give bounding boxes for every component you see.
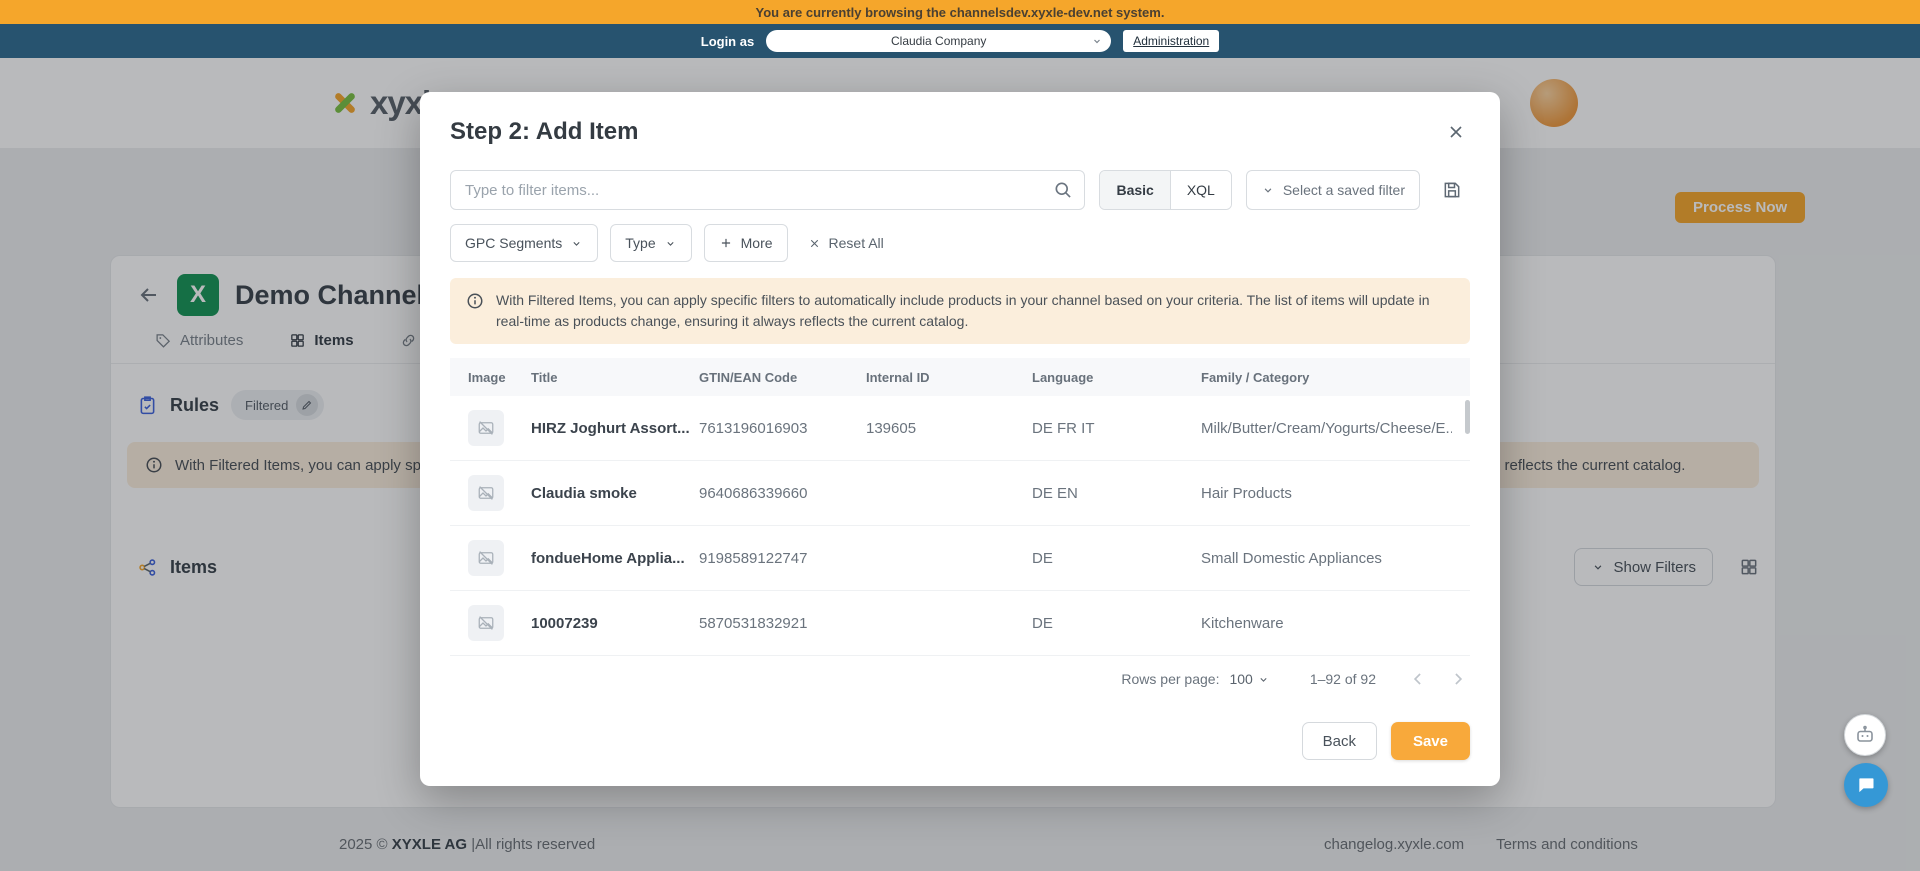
robot-icon [1853,723,1877,747]
table-row[interactable]: 10007239 5870531832921 DE Kitchenware [450,591,1470,656]
back-button[interactable]: Back [1301,722,1377,760]
caret-down-icon [1257,673,1270,686]
no-image-icon [468,410,504,446]
item-language: DE [1032,549,1053,567]
gpc-segments-filter[interactable]: GPC Segments [450,224,599,262]
no-image-icon [468,540,504,576]
caret-down-icon [1261,183,1275,197]
chevron-left-icon[interactable] [1406,667,1430,691]
search-icon [1053,180,1073,200]
table-scrollbar[interactable] [1465,400,1470,434]
table-row[interactable]: fondueHome Applia... 9198589122747 DE Sm… [450,526,1470,591]
no-image-icon [468,605,504,641]
assistant-bot-button[interactable] [1844,714,1886,756]
item-gtin: 5870531832921 [699,614,808,632]
login-as-label: Login as [700,33,755,49]
item-gtin: 9198589122747 [699,549,808,567]
item-language: DE FR IT [1032,419,1095,437]
chat-icon [1856,775,1876,795]
pagination-range: 1–92 of 92 [1309,671,1376,687]
saved-filter-label: Select a saved filter [1282,182,1405,198]
table-row[interactable]: HIRZ Joghurt Assort... 7613196016903 139… [450,396,1470,461]
saved-filter-select[interactable]: Select a saved filter [1245,170,1420,210]
environment-banner-text: You are currently browsing the channelsd… [755,4,1165,20]
save-filter-icon-button[interactable] [1434,170,1470,210]
type-filter[interactable]: Type [610,224,692,262]
info-icon [466,292,484,332]
company-select-value: Claudia Company [891,34,987,48]
items-table-header: Image Title GTIN/EAN Code Internal ID La… [450,358,1470,396]
add-item-modal: Step 2: Add Item Basic XQL Select a save… [420,92,1500,786]
plus-icon [719,236,733,250]
item-language: DE [1032,614,1053,632]
reset-all-button[interactable]: Reset All [800,224,892,262]
item-title: Claudia smoke [531,484,637,502]
rows-per-page-label: Rows per page: [1121,671,1220,687]
item-title: HIRZ Joghurt Assort... [531,419,690,437]
mode-xql-button[interactable]: XQL [1170,171,1231,209]
reset-icon [808,237,821,250]
query-mode-toggle: Basic XQL [1099,170,1232,210]
chat-button[interactable] [1844,763,1888,807]
environment-banner: You are currently browsing the channelsd… [0,0,1920,24]
item-family: Kitchenware [1201,614,1284,632]
caret-down-icon [570,237,583,250]
item-filter-input[interactable] [450,170,1086,210]
more-filters-button[interactable]: More [703,224,788,262]
company-select[interactable]: Claudia Company [766,30,1112,52]
save-button[interactable]: Save [1390,722,1470,760]
table-pagination: Rows per page: 100 1–92 of 92 [450,656,1470,702]
item-family: Small Domestic Appliances [1201,549,1382,567]
rows-per-page-select[interactable]: 100 [1229,671,1269,687]
item-internal-id: 139605 [866,419,917,437]
item-family: Hair Products [1201,484,1292,502]
close-icon[interactable] [1442,118,1470,146]
table-row[interactable]: Claudia smoke 9640686339660 DE EN Hair P… [450,461,1470,526]
filtered-items-alert: With Filtered Items, you can apply speci… [450,278,1470,344]
item-title: 10007239 [531,614,598,632]
item-gtin: 9640686339660 [699,484,808,502]
item-title: fondueHome Applia... [531,549,685,567]
chevron-right-icon[interactable] [1446,667,1470,691]
items-table: Image Title GTIN/EAN Code Internal ID La… [450,358,1470,656]
item-gtin: 7613196016903 [699,419,808,437]
mode-basic-button[interactable]: Basic [1100,171,1171,209]
filtered-items-alert-text: With Filtered Items, you can apply speci… [496,292,1430,329]
item-language: DE EN [1032,484,1078,502]
no-image-icon [468,475,504,511]
administration-link[interactable]: Administration [1123,30,1220,52]
item-family: Milk/Butter/Cream/Yogurts/Cheese/E... [1201,419,1452,437]
caret-down-icon [664,237,677,250]
admin-bar: Login as Claudia Company Administration [0,24,1920,58]
modal-title: Step 2: Add Item [450,118,639,145]
caret-down-icon [1091,35,1103,47]
